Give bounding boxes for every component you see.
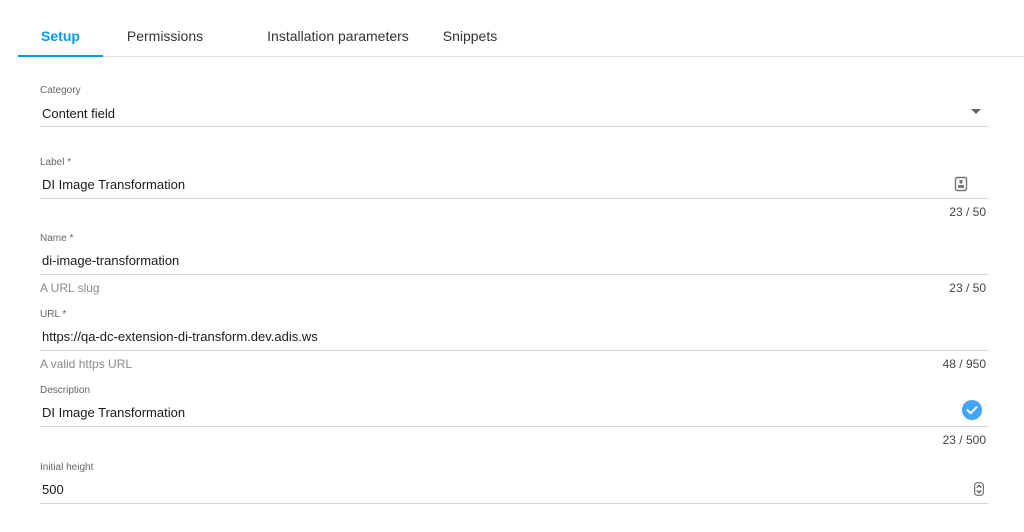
description-field-value: DI Image Transformation — [42, 405, 186, 420]
label-field[interactable]: Label * DI Image Transformation 23 / 50 — [40, 156, 988, 220]
number-stepper-icon[interactable] — [974, 482, 984, 496]
description-char-counter: 23 / 500 — [942, 433, 986, 447]
initial-height-label: Initial height — [40, 462, 94, 473]
url-field-underline — [40, 350, 988, 351]
check-circle-icon — [962, 400, 982, 420]
initial-height-field[interactable]: Initial height 500 — [40, 461, 988, 505]
category-underline — [40, 126, 988, 127]
name-field-label: Name * — [40, 233, 74, 244]
url-helper-text: A valid https URL — [40, 357, 133, 371]
category-label: Category — [40, 85, 81, 96]
name-field-value: di-image-transformation — [42, 253, 180, 268]
name-field[interactable]: Name * di-image-transformation A URL slu… — [40, 232, 988, 296]
label-field-underline — [40, 198, 988, 199]
description-field[interactable]: Description DI Image Transformation 23 /… — [40, 384, 988, 448]
tab-permissions[interactable]: Permissions — [110, 0, 220, 56]
url-field-value: https://qa-dc-extension-di-transform.dev… — [42, 329, 318, 344]
category-select[interactable]: Category Content field — [40, 84, 988, 128]
name-helper-text: A URL slug — [40, 281, 100, 295]
name-field-underline — [40, 274, 988, 275]
contact-card-icon[interactable] — [954, 176, 968, 192]
label-field-value: DI Image Transformation — [42, 177, 186, 192]
tab-bar: Setup Permissions Installation parameter… — [18, 0, 1024, 57]
initial-height-underline — [40, 503, 988, 504]
url-field-label: URL * — [40, 309, 67, 320]
category-value: Content field — [42, 106, 115, 121]
description-field-label: Description — [40, 385, 91, 396]
url-char-counter: 48 / 950 — [942, 357, 986, 371]
description-field-underline — [40, 426, 988, 427]
initial-height-value: 500 — [42, 482, 64, 497]
label-char-counter: 23 / 50 — [949, 205, 986, 219]
dropdown-arrow-icon[interactable] — [971, 109, 981, 115]
name-char-counter: 23 / 50 — [949, 281, 986, 295]
url-field[interactable]: URL * https://qa-dc-extension-di-transfo… — [40, 308, 988, 372]
label-field-label: Label * — [40, 157, 72, 168]
tab-setup[interactable]: Setup — [18, 0, 103, 56]
tab-snippets[interactable]: Snippets — [434, 0, 506, 56]
tab-installation-parameters[interactable]: Installation parameters — [240, 0, 436, 56]
active-tab-indicator — [18, 55, 103, 57]
